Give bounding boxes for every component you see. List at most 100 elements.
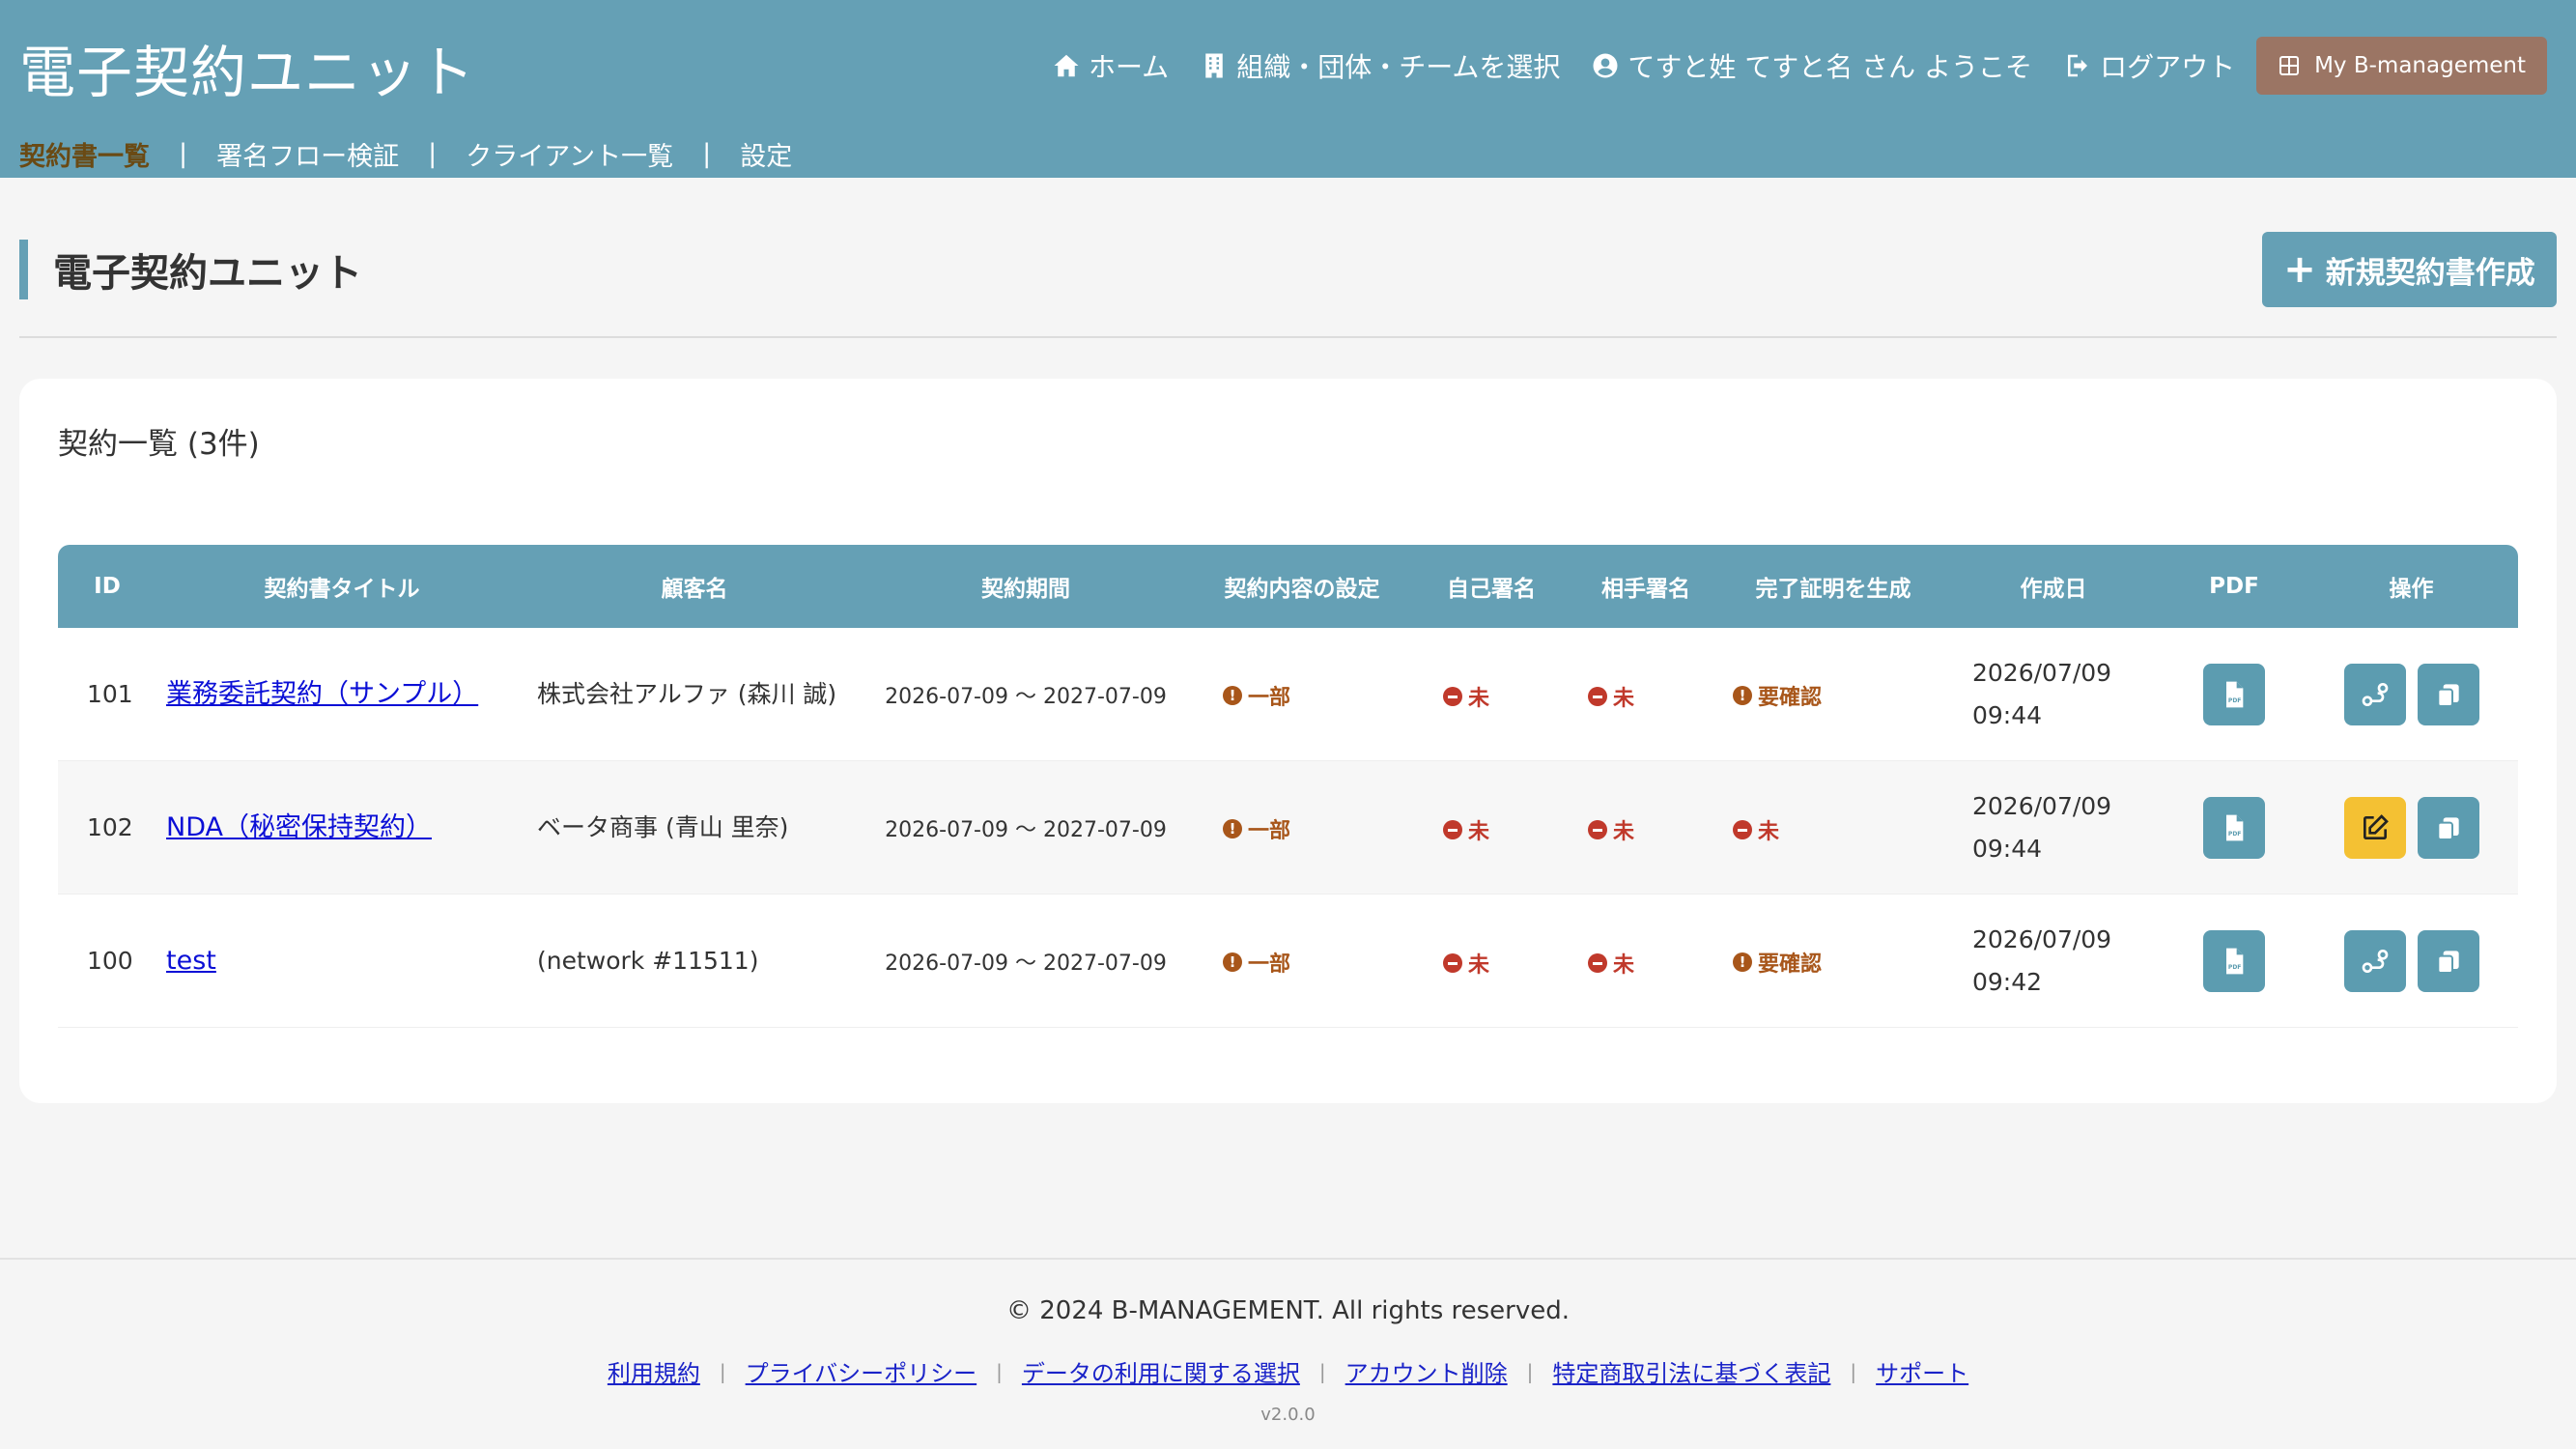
copyright-text: © 2024 B-MANAGEMENT. All rights reserved…: [1005, 1296, 1571, 1325]
contract-title-link[interactable]: 業務委託契約（サンプル）: [166, 679, 478, 709]
footer-link-data-choices[interactable]: データの利用に関する選択: [1022, 1354, 1300, 1388]
created-date: 2026/07/09 09:42: [1943, 919, 2164, 1004]
signature-flow-button[interactable]: [2343, 663, 2406, 725]
proof-status: 未: [1733, 814, 1779, 845]
subnav-signature-flow[interactable]: 署名フロー検証: [216, 135, 399, 173]
contract-period: 2026-07-09 〜 2027-07-09: [885, 684, 1167, 709]
table-row: 101 業務委託契約（サンプル） 株式会社アルファ (森川 誠) 2026-07…: [58, 628, 2518, 761]
pdf-file-icon: PDF: [2226, 814, 2244, 840]
subnav-client-list[interactable]: クライアント一覧: [466, 135, 673, 173]
app-header: 電子契約ユニット ホーム 組織・団体・チームを選択 てすと姓 てすと名 さん よ…: [0, 0, 2576, 178]
top-nav: ホーム 組織・団体・チームを選択 てすと姓 てすと名 さん ようこそ ログアウト…: [1052, 37, 2547, 95]
version-text: v2.0.0: [1260, 1405, 1316, 1425]
self-sign-label: 未: [1468, 820, 1490, 845]
peer-sign-label: 未: [1613, 820, 1635, 845]
created-date: 2026/07/09 09:44: [1943, 652, 2164, 737]
setting-status: ! 一部: [1223, 947, 1290, 978]
nav-home-link[interactable]: ホーム: [1052, 46, 1169, 85]
signature-flow-button[interactable]: [2343, 929, 2406, 992]
card-title: 契約一覧 (3件): [58, 427, 260, 462]
table-header: ID 契約書タイトル 顧客名 契約期間 契約内容の設定 自己署名 相手署名 完了…: [58, 545, 2518, 628]
contract-period: 2026-07-09 〜 2027-07-09: [885, 951, 1167, 976]
client-name: ベータ商事 (青山 里奈): [537, 812, 789, 841]
sub-nav: 契約書一覧 | 署名フロー検証 | クライアント一覧 | 設定: [19, 135, 792, 173]
minus-circle-icon: [1588, 953, 1607, 974]
peer-sign-status: 未: [1588, 814, 1634, 845]
warning-icon: !: [1733, 685, 1752, 705]
contract-table: ID 契約書タイトル 顧客名 契約期間 契約内容の設定 自己署名 相手署名 完了…: [58, 545, 2518, 1028]
my-bmanagement-button[interactable]: My B-management: [2256, 37, 2547, 95]
self-sign-status: 未: [1443, 948, 1489, 979]
home-icon: [1054, 54, 1079, 77]
copy-icon: [2436, 950, 2459, 974]
svg-text:PDF: PDF: [2228, 831, 2241, 838]
pdf-file-icon: PDF: [2226, 948, 2244, 974]
th-id: ID: [94, 574, 121, 599]
plus-icon: +: [2283, 247, 2316, 292]
copy-icon: [2436, 816, 2459, 840]
pdf-button[interactable]: PDF: [2203, 663, 2265, 725]
footer-links: 利用規約 | プライバシーポリシー | データの利用に関する選択 | アカウント…: [0, 1354, 2576, 1388]
edit-icon: [2363, 813, 2389, 839]
copy-button[interactable]: [2417, 929, 2479, 992]
nav-select-org-link[interactable]: 組織・団体・チームを選択: [1200, 46, 1560, 85]
new-contract-button[interactable]: + 新規契約書作成: [2262, 232, 2557, 307]
footer-separator: |: [1850, 1359, 1857, 1383]
nav-user-welcome[interactable]: てすと姓 てすと名 さん ようこそ: [1591, 46, 2032, 85]
client-name: 株式会社アルファ (森川 誠): [537, 679, 837, 708]
subnav-separator: |: [428, 139, 438, 169]
user-circle-icon: [1593, 53, 1618, 78]
created-time-value: 09:42: [1972, 967, 2043, 996]
warning-icon: !: [1223, 818, 1242, 838]
self-sign-label: 未: [1468, 953, 1490, 979]
th-peer-sign: 相手署名: [1601, 577, 1690, 602]
nav-home-label: ホーム: [1089, 51, 1170, 83]
self-sign-status: 未: [1443, 681, 1489, 712]
brand-title[interactable]: 電子契約ユニット: [19, 27, 475, 108]
footer-separator: |: [719, 1359, 726, 1383]
pdf-file-icon: PDF: [2226, 681, 2244, 707]
footer-link-delete-account[interactable]: アカウント削除: [1345, 1354, 1508, 1388]
proof-status-label: 要確認: [1758, 685, 1823, 710]
title-divider: [19, 336, 2557, 338]
client-name: (network #11511): [537, 946, 759, 975]
subnav-contract-list[interactable]: 契約書一覧: [19, 135, 150, 173]
logout-icon: [2068, 54, 2088, 77]
created-time-value: 09:44: [1972, 700, 2043, 729]
edit-button[interactable]: [2343, 796, 2406, 859]
copy-button[interactable]: [2417, 663, 2479, 725]
proof-status: ! 要確認: [1733, 680, 1822, 711]
page-title: 電子契約ユニット: [19, 240, 362, 299]
created-time-value: 09:44: [1972, 834, 2043, 863]
warning-icon: !: [1733, 952, 1752, 972]
self-sign-label: 未: [1468, 687, 1490, 712]
footer-link-support[interactable]: サポート: [1876, 1354, 1968, 1388]
row-id: 100: [87, 947, 133, 975]
row-id: 101: [87, 680, 133, 708]
pdf-button[interactable]: PDF: [2203, 929, 2265, 992]
footer-link-terms[interactable]: 利用規約: [608, 1354, 700, 1388]
copy-button[interactable]: [2417, 796, 2479, 859]
nav-logout-link[interactable]: ログアウト: [2063, 46, 2235, 85]
signature-flow-icon: [2362, 682, 2388, 706]
contract-title-link[interactable]: NDA（秘密保持契約）: [166, 812, 432, 842]
footer-link-privacy[interactable]: プライバシーポリシー: [746, 1354, 977, 1388]
proof-status: ! 要確認: [1733, 947, 1822, 978]
peer-sign-status: 未: [1588, 948, 1634, 979]
created-date-value: 2026/07/09: [1972, 791, 2112, 820]
th-proof: 完了証明を生成: [1755, 577, 1911, 602]
footer-separator: |: [1318, 1359, 1326, 1383]
subnav-separator: |: [179, 139, 188, 169]
subnav-separator: |: [702, 139, 712, 169]
th-client: 顧客名: [661, 577, 728, 602]
table-row: 100 test (network #11511) 2026-07-09 〜 2…: [58, 895, 2518, 1028]
subnav-settings[interactable]: 設定: [740, 135, 792, 173]
footer-link-commerce-law[interactable]: 特定商取引法に基づく表記: [1552, 1354, 1830, 1388]
warning-icon: !: [1223, 952, 1242, 972]
my-bmanagement-label: My B-management: [2314, 53, 2526, 78]
signature-flow-icon: [2362, 949, 2388, 973]
proof-status-label: 要確認: [1758, 952, 1823, 977]
contract-title-link[interactable]: test: [166, 946, 216, 976]
setting-status-label: 一部: [1248, 952, 1291, 977]
pdf-button[interactable]: PDF: [2203, 796, 2265, 859]
